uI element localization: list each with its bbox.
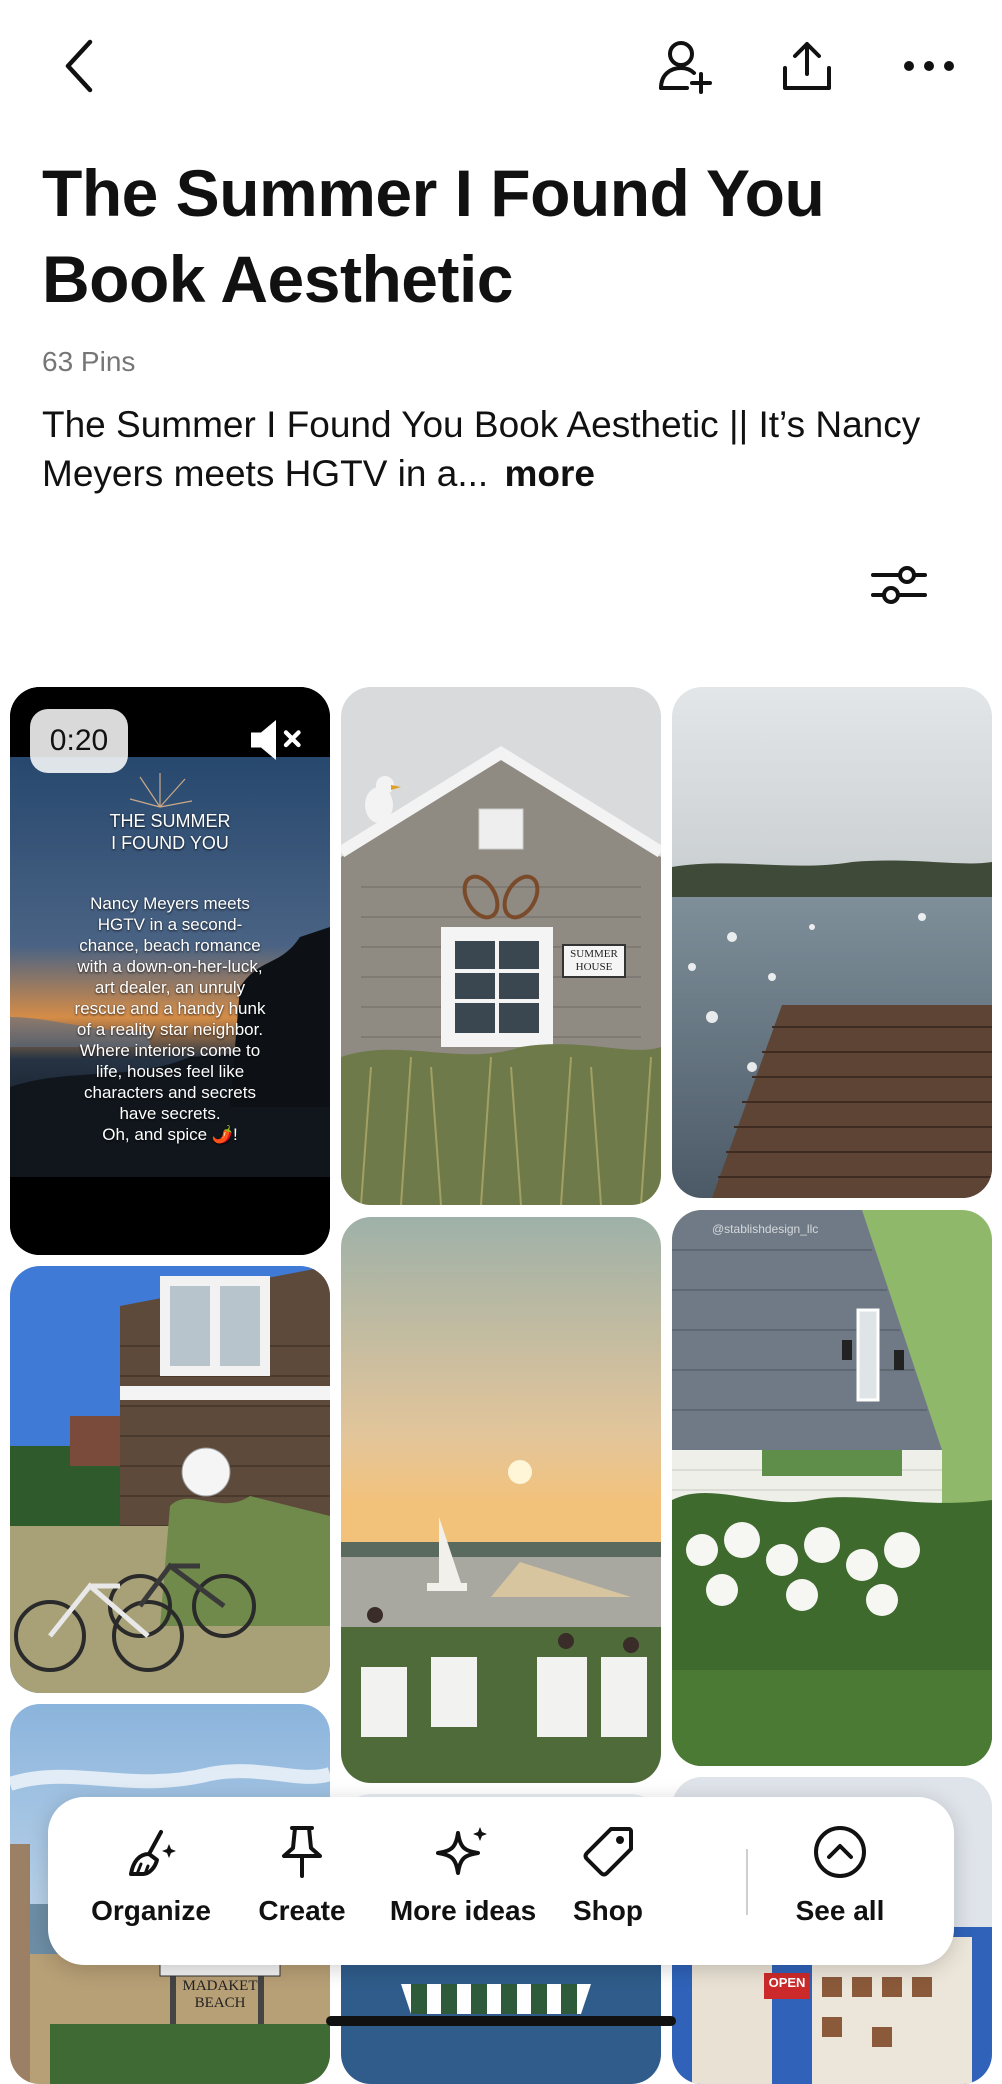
dock-water-image xyxy=(672,687,992,1198)
chevron-up-circle-icon xyxy=(814,1826,866,1878)
board-action-bar: Organize Create More ideas Shop See all xyxy=(48,1797,954,1965)
board-description: The Summer I Found You Book Aesthetic ||… xyxy=(42,400,942,498)
video-overlay-text: THE SUMMER I FOUND YOU Nancy Meyers meet… xyxy=(50,789,290,1166)
back-button[interactable] xyxy=(50,36,110,96)
pin-icon xyxy=(282,1826,322,1878)
beach-house-bikes-image xyxy=(10,1266,330,1693)
video-pin[interactable]: 0:20 THE SUMMER I FOUND YOU Nancy Meyers… xyxy=(10,687,330,1255)
pin-watermark: @stablishdesign_llc xyxy=(712,1222,819,1236)
pin-summer-house[interactable]: SUMMER HOUSE xyxy=(341,687,661,1205)
share-button[interactable] xyxy=(774,36,840,96)
more-ideas-label: More ideas xyxy=(389,1895,537,1926)
pin-beach-house-bikes[interactable] xyxy=(10,1266,330,1693)
back-chevron-icon xyxy=(65,39,93,93)
invite-collaborator-button[interactable] xyxy=(652,36,718,96)
more-link[interactable]: more xyxy=(504,453,594,494)
pin-dock-water[interactable] xyxy=(672,687,992,1198)
summer-house-image xyxy=(341,687,661,1205)
pin-shingle-cottage[interactable]: @stablishdesign_llc xyxy=(672,1210,992,1766)
mute-toggle[interactable] xyxy=(246,715,306,765)
pin-count: 63 Pins xyxy=(42,346,136,377)
share-icon xyxy=(783,42,831,90)
video-heading: THE SUMMER I FOUND YOU xyxy=(109,811,231,853)
board-title: The Summer I Found You Book Aesthetic xyxy=(42,156,825,316)
more-options-icon xyxy=(904,61,954,71)
create-label: Create xyxy=(258,1895,346,1926)
shingle-cottage-image xyxy=(672,1210,992,1766)
tag-icon xyxy=(583,1827,633,1877)
shop-button[interactable]: Shop xyxy=(556,1797,660,1965)
video-duration: 0:20 xyxy=(30,709,128,773)
see-all-label: See all xyxy=(795,1895,885,1926)
beach-sign-text: MADAKET BEACH xyxy=(182,1978,258,2011)
see-all-button[interactable]: See all xyxy=(770,1797,910,1965)
add-collaborator-icon xyxy=(659,41,712,94)
home-indicator xyxy=(326,2016,676,2026)
create-button[interactable]: Create xyxy=(224,1797,380,1965)
muted-speaker-icon xyxy=(251,720,301,760)
house-sign-text: SUMMER HOUSE xyxy=(570,948,618,973)
sunset-sailboat-image xyxy=(341,1217,661,1783)
action-bar-divider xyxy=(746,1849,748,1915)
more-ideas-button[interactable]: More ideas xyxy=(380,1797,546,1965)
sparkle-icon xyxy=(436,1827,487,1875)
video-caption: Nancy Meyers meets HGTV in a second- cha… xyxy=(74,894,266,1144)
shop-label: Shop xyxy=(573,1895,643,1926)
organize-broom-icon xyxy=(129,1830,176,1876)
organize-label: Organize xyxy=(91,1895,211,1926)
pin-sunset-sailboat[interactable] xyxy=(341,1217,661,1783)
description-text: The Summer I Found You Book Aesthetic ||… xyxy=(42,404,921,494)
open-sign-text: OPEN xyxy=(768,1975,806,1990)
more-options-button[interactable] xyxy=(896,36,962,96)
filter-button[interactable] xyxy=(866,556,932,614)
filter-sliders-icon xyxy=(871,566,927,604)
